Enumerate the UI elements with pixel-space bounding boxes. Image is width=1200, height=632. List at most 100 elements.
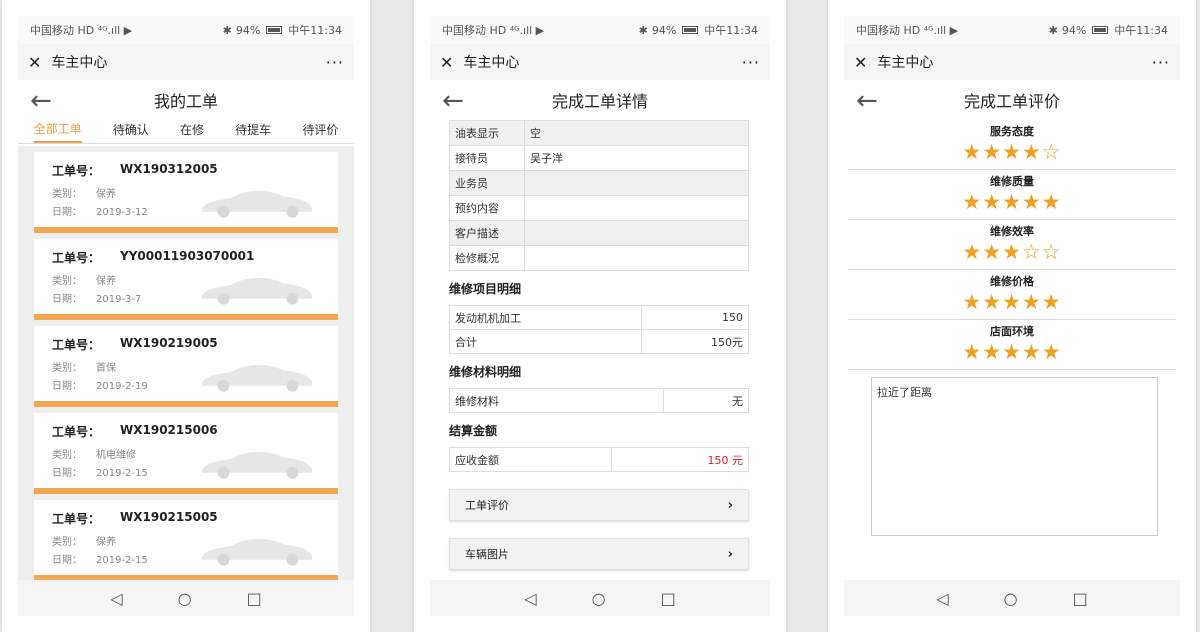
wechat-title: 车主中心 xyxy=(463,55,520,71)
nav-home-icon[interactable]: ○ xyxy=(178,589,192,608)
nav-back-icon[interactable]: ◁ xyxy=(110,589,122,608)
info-value: 空 xyxy=(524,120,749,146)
order-review-button[interactable]: 工单评价 › xyxy=(449,489,749,521)
tab-to-pickup[interactable]: 待提车 xyxy=(235,121,271,142)
order-type: 首保 xyxy=(96,363,116,374)
material-value: 无 xyxy=(662,388,750,413)
bluetooth-icon: ✱ xyxy=(638,23,648,37)
bluetooth-icon: ✱ xyxy=(1048,23,1058,37)
nav-recent-icon[interactable]: □ xyxy=(661,589,676,608)
battery-icon xyxy=(266,26,283,34)
order-no: WX190312005 xyxy=(120,162,218,176)
close-icon[interactable]: ✕ xyxy=(854,53,867,72)
order-date: 2019-3-7 xyxy=(96,294,142,305)
carrier-text: 中国移动 xyxy=(856,24,900,37)
clock-text: 中午11:34 xyxy=(288,24,342,37)
order-type: 保养 xyxy=(96,189,116,200)
item-name: 合计 xyxy=(449,329,642,354)
amount-value: 150 元 xyxy=(611,447,749,472)
item-name: 发动机机加工 xyxy=(449,305,642,330)
order-card[interactable]: 工单号： WX190215006 类别： 机电维修 日期： 2019-2-15 xyxy=(34,413,338,494)
order-detail[interactable]: 油表显示空 接待员 吴子洋 业务员 预约内容 客户描述 检修概况 维修项目明细 发… xyxy=(448,120,750,570)
amount-label: 应收金额 xyxy=(448,447,613,472)
order-card[interactable]: 工单号： WX190215005 类别： 保养 日期： 2019-2-15 xyxy=(34,500,338,580)
nav-recent-icon[interactable]: □ xyxy=(1073,589,1088,608)
arrow-left-icon[interactable]: ← xyxy=(442,86,464,116)
more-icon[interactable]: ··· xyxy=(326,53,344,72)
battery-icon xyxy=(682,26,699,34)
nav-home-icon[interactable]: ○ xyxy=(592,589,606,608)
order-card[interactable]: 工单号： WX190219005 类别： 首保 日期： 2019-2-19 xyxy=(34,326,338,407)
rating-label: 维修价格 xyxy=(990,275,1034,288)
type-label: 类别： xyxy=(52,363,82,374)
rating-store-environment: 店面环境 ★★★★★ xyxy=(848,320,1176,370)
chevron-right-icon: › xyxy=(727,546,733,562)
nav-back-icon[interactable]: ◁ xyxy=(524,589,536,608)
info-value xyxy=(524,195,749,221)
vehicle-photos-button[interactable]: 车辆图片 › xyxy=(449,538,749,570)
more-icon[interactable]: ··· xyxy=(1152,53,1170,72)
nav-recent-icon[interactable]: □ xyxy=(247,589,262,608)
tab-all-orders[interactable]: 全部工单 xyxy=(33,120,82,143)
info-value xyxy=(524,245,749,271)
battery-percent: 94% xyxy=(1061,23,1087,37)
item-value: 150元 xyxy=(640,329,750,354)
order-card[interactable]: 工单号： YY00011903070001 类别： 保养 日期： 2019-3-7 xyxy=(34,239,338,320)
close-icon[interactable]: ✕ xyxy=(28,53,41,72)
settlement-table: 应收金额 150 元 xyxy=(448,447,749,472)
rating-list: 服务态度 ★★★★☆ 维修质量 ★★★★★ 维修效率 ★★★☆☆ 维修价格 ★★… xyxy=(848,120,1176,370)
nav-home-icon[interactable]: ○ xyxy=(1004,589,1018,608)
arrow-left-icon[interactable]: ← xyxy=(30,86,52,116)
nav-back-icon[interactable]: ◁ xyxy=(936,589,948,608)
order-date: 2019-2-15 xyxy=(96,468,148,479)
order-list[interactable]: 工单号： WX190312005 类别： 保养 日期： 2019-3-12 工单号： Y… xyxy=(18,146,354,580)
tab-to-review[interactable]: 待评价 xyxy=(302,121,338,142)
rating-label: 维修效率 xyxy=(990,225,1034,238)
phone-screen-order-detail: 中国移动 HD ⁴ᴳ.ıll ▶ ✱ 94% 中午11:34 ✕ 车主中心 ··· … xyxy=(414,0,786,632)
tab-in-repair[interactable]: 在修 xyxy=(180,121,204,142)
order-no-label: 工单号： xyxy=(52,338,101,352)
info-key: 检修概况 xyxy=(449,245,525,271)
rating-repair-price: 维修价格 ★★★★★ xyxy=(848,270,1176,320)
arrow-left-icon[interactable]: ← xyxy=(856,86,878,116)
type-label: 类别： xyxy=(52,276,82,287)
repair-items-table: 发动机机加工 150 合计 150元 xyxy=(449,305,750,354)
info-key: 客户描述 xyxy=(449,220,525,246)
star-rating[interactable]: ★★★★★ xyxy=(848,189,1176,215)
order-no: YY00011903070001 xyxy=(120,249,255,263)
status-bar: 中国移动 HD ⁴ᴳ.ıll ▶ ✱ 94% 中午11:34 xyxy=(430,16,770,44)
carrier-text: 中国移动 xyxy=(30,24,74,37)
star-rating[interactable]: ★★★☆☆ xyxy=(848,239,1176,265)
wechat-header: ✕ 车主中心 ··· xyxy=(18,44,354,80)
tab-to-confirm[interactable]: 待确认 xyxy=(113,121,149,142)
date-label: 日期： xyxy=(52,207,82,218)
info-value: 吴子洋 xyxy=(524,145,749,171)
close-icon[interactable]: ✕ xyxy=(440,53,453,72)
order-card[interactable]: 工单号： WX190312005 类别： 保养 日期： 2019-3-12 xyxy=(34,152,338,233)
android-nav-bar: ◁ ○ □ xyxy=(430,580,770,616)
android-nav-bar: ◁ ○ □ xyxy=(18,580,354,616)
car-icon xyxy=(201,452,313,479)
item-value: 150 xyxy=(640,305,750,330)
order-date: 2019-2-15 xyxy=(96,555,148,566)
order-tabs: 全部工单 待确认 在修 待提车 待评价 xyxy=(18,120,354,144)
order-no: WX190215005 xyxy=(120,510,218,524)
star-rating[interactable]: ★★★★☆ xyxy=(848,139,1176,165)
clock-text: 中午11:34 xyxy=(1114,24,1168,37)
rating-label: 店面环境 xyxy=(990,325,1034,338)
status-bar: 中国移动 HD ⁴ᴳ.ıll ▶ ✱ 94% 中午11:34 xyxy=(844,16,1180,44)
date-label: 日期： xyxy=(52,468,82,479)
order-no-label: 工单号： xyxy=(52,425,101,439)
more-icon[interactable]: ··· xyxy=(742,53,760,72)
repair-items-title: 维修项目明细 xyxy=(449,282,522,296)
info-key: 预约内容 xyxy=(449,195,525,221)
wechat-header: ✕ 车主中心 ··· xyxy=(844,44,1180,80)
battery-percent: 94% xyxy=(651,23,677,37)
comment-textarea[interactable]: 拉近了距离 xyxy=(871,377,1158,536)
wechat-title: 车主中心 xyxy=(877,55,934,71)
materials-title: 维修材料明细 xyxy=(449,365,522,379)
order-date: 2019-2-19 xyxy=(96,381,148,392)
star-rating[interactable]: ★★★★★ xyxy=(848,339,1176,365)
type-label: 类别： xyxy=(52,450,82,461)
star-rating[interactable]: ★★★★★ xyxy=(848,289,1176,315)
